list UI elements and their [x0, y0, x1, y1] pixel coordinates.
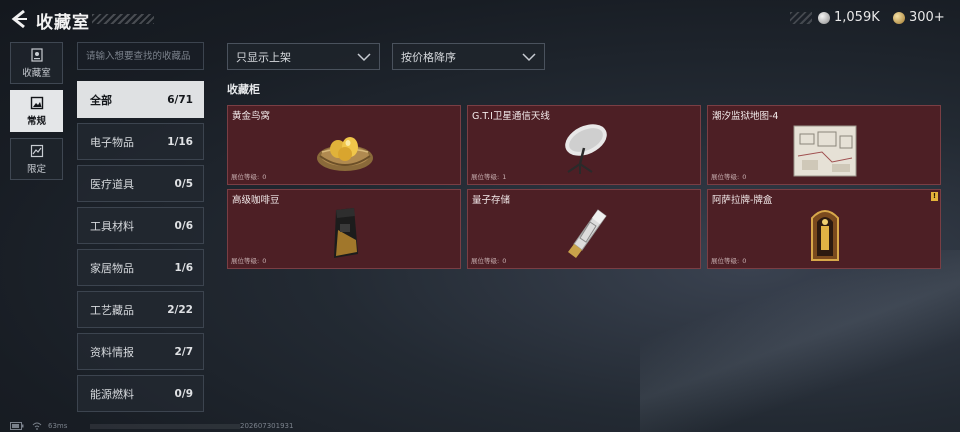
nav-item-showcase[interactable]: 收藏室: [10, 42, 63, 84]
filter-dropdown[interactable]: 只显示上架: [227, 43, 380, 70]
category-count: 6/71: [167, 93, 193, 106]
header-hatch-decoration: [790, 12, 812, 24]
category-tools[interactable]: 工具材料 0/6: [77, 207, 204, 244]
chevron-down-icon: [522, 52, 536, 61]
wifi-icon: [32, 422, 42, 430]
nav-item-regular[interactable]: 常规: [10, 90, 63, 132]
item-level: 展位等级: 0: [231, 255, 266, 265]
level-label: 展位等级:: [231, 173, 260, 181]
item-level: 展位等级: 0: [471, 255, 506, 265]
level-value: 0: [262, 173, 267, 181]
limited-icon: [30, 144, 43, 157]
level-value: 0: [742, 173, 747, 181]
item-name: 潮汐监狱地图-4: [712, 111, 779, 122]
level-value: 0: [502, 257, 507, 265]
category-label: 全部: [90, 93, 112, 107]
level-label: 展位等级:: [231, 257, 260, 265]
gold-currency-value: 300+: [909, 10, 945, 25]
version-id: 202607301931: [240, 422, 294, 430]
category-count: 0/9: [174, 387, 193, 400]
background-light-streak: [640, 250, 960, 432]
sort-dropdown-value: 按价格降序: [401, 50, 456, 64]
search-input[interactable]: [77, 42, 204, 70]
category-label: 医疗道具: [90, 177, 134, 191]
category-electronics[interactable]: 电子物品 1/16: [77, 123, 204, 160]
category-count: 2/7: [174, 345, 193, 358]
item-card[interactable]: 阿萨拉牌-牌盒 ! 展位等级: 0: [707, 189, 941, 269]
coffee-bag-icon: [334, 208, 358, 258]
category-label: 电子物品: [90, 135, 134, 149]
battery-icon: [10, 422, 24, 430]
level-label: 展位等级:: [471, 173, 500, 181]
category-crafts[interactable]: 工艺藏品 2/22: [77, 291, 204, 328]
item-card[interactable]: 黄金鸟窝 展位等级: 0: [227, 105, 461, 185]
title-hatch-decoration: [92, 14, 154, 24]
filter-dropdown-value: 只显示上架: [236, 50, 291, 64]
category-count: 2/22: [167, 303, 193, 316]
ping-value: 63ms: [48, 422, 68, 430]
usb-drive-icon: [568, 209, 607, 258]
category-count: 0/5: [174, 177, 193, 190]
gold-coin-icon: [893, 11, 905, 24]
card-box-icon: [811, 210, 839, 261]
new-item-badge: !: [931, 192, 938, 201]
status-footer: 63ms 202607301931: [0, 420, 960, 432]
level-value: 0: [262, 257, 267, 265]
level-label: 展位等级:: [711, 257, 740, 265]
item-card[interactable]: 高级咖啡豆 展位等级: 0: [227, 189, 461, 269]
nav-item-limited[interactable]: 限定: [10, 138, 63, 180]
category-label: 能源燃料: [90, 387, 134, 401]
item-level: 展位等级: 0: [711, 171, 746, 181]
item-level: 展位等级: 0: [231, 171, 266, 181]
item-name: G.T.I卫星通信天线: [472, 111, 550, 122]
satellite-dish-icon: [565, 124, 607, 174]
category-label: 家居物品: [90, 261, 134, 275]
footer-bar: [90, 424, 240, 429]
category-fuel[interactable]: 能源燃料 0/9: [77, 375, 204, 412]
category-label: 工具材料: [90, 219, 134, 233]
item-level: 展位等级: 0: [711, 255, 746, 265]
nav-item-label: 限定: [26, 163, 46, 175]
item-name: 量子存储: [472, 195, 511, 206]
category-all[interactable]: 全部 6/71: [77, 81, 204, 118]
page-title: 收藏室: [36, 13, 90, 33]
golden-nest-icon: [317, 137, 373, 171]
category-count: 1/16: [167, 135, 193, 148]
category-count: 1/6: [174, 261, 193, 274]
category-intel[interactable]: 资料情报 2/7: [77, 333, 204, 370]
item-name: 高级咖啡豆: [232, 195, 280, 206]
item-name: 黄金鸟窝: [232, 111, 271, 122]
silver-currency-value: 1,059K: [834, 10, 880, 25]
category-household[interactable]: 家居物品 1/6: [77, 249, 204, 286]
level-label: 展位等级:: [711, 173, 740, 181]
picture-icon: [30, 96, 43, 109]
gold-currency[interactable]: 300+: [893, 10, 945, 25]
showcase-icon: [30, 47, 43, 62]
category-count: 0/6: [174, 219, 193, 232]
section-title: 收藏柜: [227, 83, 260, 96]
back-arrow-icon[interactable]: [10, 9, 28, 29]
level-label: 展位等级:: [471, 257, 500, 265]
sort-dropdown[interactable]: 按价格降序: [392, 43, 545, 70]
item-level: 展位等级: 1: [471, 171, 506, 181]
item-name: 阿萨拉牌-牌盒: [712, 195, 773, 206]
category-label: 工艺藏品: [90, 303, 134, 317]
item-card[interactable]: G.T.I卫星通信天线 展位等级: 1: [467, 105, 701, 185]
chevron-down-icon: [357, 52, 371, 61]
top-bar: 收藏室 1,059K 300+: [0, 0, 960, 38]
level-value: 1: [502, 173, 507, 181]
prison-map-icon: [793, 125, 857, 177]
level-value: 0: [742, 257, 747, 265]
nav-item-label: 常规: [26, 115, 46, 127]
category-medical[interactable]: 医疗道具 0/5: [77, 165, 204, 202]
category-label: 资料情报: [90, 345, 134, 359]
nav-item-label: 收藏室: [22, 67, 51, 79]
item-card[interactable]: 量子存储 展位等级: 0: [467, 189, 701, 269]
silver-currency[interactable]: 1,059K: [818, 10, 880, 25]
item-card[interactable]: 潮汐监狱地图-4 展位等级: 0: [707, 105, 941, 185]
silver-coin-icon: [818, 11, 830, 24]
